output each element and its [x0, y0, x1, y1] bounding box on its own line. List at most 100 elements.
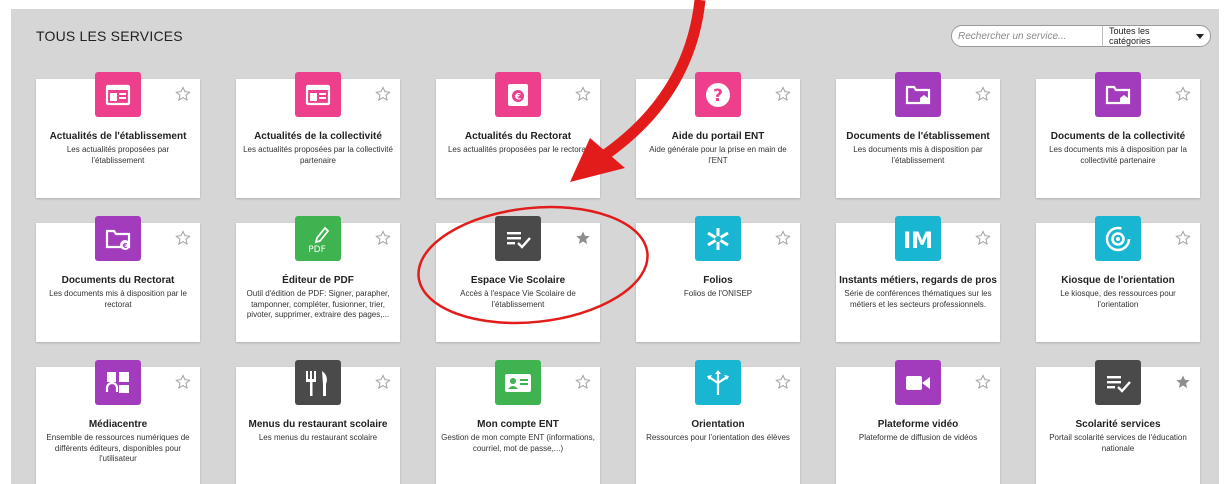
news-euro-icon: € [495, 72, 541, 117]
service-card[interactable]: Actualités de l'établissement Les actuali… [36, 72, 200, 198]
star-icon[interactable] [1175, 86, 1191, 102]
service-description: Accès à l'espace Vie Scolaire de l'établ… [460, 289, 576, 309]
star-icon[interactable] [1175, 230, 1191, 246]
help-icon: ? [695, 72, 741, 117]
star-icon[interactable] [975, 374, 991, 390]
star-icon[interactable] [1175, 374, 1191, 390]
star-icon[interactable] [775, 86, 791, 102]
service-description: Aide générale pour la prise en main de l… [649, 145, 787, 165]
svg-text:€: € [514, 92, 521, 102]
category-dropdown[interactable]: Toutes les catégories [1103, 26, 1210, 46]
service-name: Actualités du Rectorat [464, 131, 572, 142]
media-icon [95, 360, 141, 405]
svg-text:€: € [122, 242, 128, 250]
arrows-icon [695, 360, 741, 405]
service-name: Actualités de la collectivité [254, 131, 382, 142]
star-icon[interactable] [975, 86, 991, 102]
service-name: Plateforme vidéo [877, 419, 959, 430]
star-icon[interactable] [975, 230, 991, 246]
category-label: Toutes les catégories [1109, 26, 1151, 46]
star-icon[interactable] [375, 374, 391, 390]
service-description: Gestion de mon compte ENT (informations,… [441, 433, 595, 453]
im-logo-icon: IM [895, 216, 941, 261]
service-name: Menus du restaurant scolaire [248, 419, 388, 430]
service-card[interactable]: Orientation Ressources pour l'orientation… [636, 360, 800, 484]
service-name: Instants métiers, regards de pros [839, 275, 997, 286]
service-description: Les documents mis à disposition par l'ét… [853, 145, 983, 165]
page-title: TOUS LES SERVICES [36, 28, 183, 44]
video-camera-icon [895, 360, 941, 405]
service-card[interactable]: Scolarité services Portail scolarité serv… [1036, 360, 1200, 484]
checklist-icon [495, 216, 541, 261]
service-name: Folios [703, 275, 733, 286]
service-name: Mon compte ENT [477, 419, 559, 430]
service-name: Médiacentre [88, 419, 148, 430]
service-card[interactable]: Actualités de la collectivité Les actuali… [236, 72, 400, 198]
search-bar: Toutes les catégories [951, 25, 1211, 47]
service-name: Espace Vie Scolaire [470, 275, 566, 286]
service-card[interactable]: Folios Folios de l'ONISEP [636, 216, 800, 342]
pdf-pen-icon: PDF [295, 216, 341, 261]
service-card[interactable]: € Actualités du Rectorat Les actualités pr… [436, 72, 600, 198]
service-name: Documents du Rectorat [61, 275, 175, 286]
star-icon[interactable] [575, 86, 591, 102]
service-card[interactable]: PDF Éditeur de PDF Outil d'édition de PDF:… [236, 216, 400, 342]
target-icon [1095, 216, 1141, 261]
service-description: Les actualités proposées par l'établisse… [66, 145, 170, 165]
svg-text:PDF: PDF [308, 245, 326, 254]
star-icon[interactable] [175, 374, 191, 390]
service-name: Scolarité services [1075, 419, 1161, 430]
folder-house-icon [895, 72, 941, 117]
star-icon[interactable] [775, 230, 791, 246]
service-description: Les documents mis à disposition par la c… [1049, 145, 1187, 165]
service-card[interactable]: Menus du restaurant scolaire Les menus du… [236, 360, 400, 484]
service-card[interactable]: Documents de la collectivité Les document… [1036, 72, 1200, 198]
service-card[interactable]: Documents de l'établissement Les document… [836, 72, 1000, 198]
svg-text:?: ? [713, 86, 723, 106]
service-description: Plateforme de diffusion de vidéos [858, 433, 978, 442]
service-description: Outil d'édition de PDF: Signer, parapher… [246, 289, 390, 319]
star-icon[interactable] [575, 230, 591, 246]
service-name: Documents de l'établissement [846, 131, 990, 142]
service-card[interactable]: € Documents du Rectorat Les documents mis … [36, 216, 200, 342]
star-icon[interactable] [175, 86, 191, 102]
checklist-icon [1095, 360, 1141, 405]
service-description: Les documents mis à disposition par le r… [49, 289, 187, 309]
service-name: Kiosque de l'orientation [1061, 275, 1175, 286]
service-description: Série de conférences thématiques sur les… [844, 289, 992, 309]
service-card[interactable]: Mon compte ENT Gestion de mon compte ENT … [436, 360, 600, 484]
star-icon[interactable] [175, 230, 191, 246]
service-name: Actualités de l'établissement [49, 131, 187, 142]
svg-text:IM: IM [903, 229, 933, 252]
service-name: Éditeur de PDF [282, 275, 354, 286]
asterisk-icon [695, 216, 741, 261]
service-description: Les actualités proposées par le rectorat [447, 145, 589, 154]
star-icon[interactable] [375, 230, 391, 246]
service-card[interactable]: Espace Vie Scolaire Accès à l'espace Vie … [436, 216, 600, 342]
service-card[interactable]: IM Instants métiers, regards de pros Série… [836, 216, 1000, 342]
service-description: Ensemble de ressources numériques de dif… [46, 433, 190, 463]
star-icon[interactable] [575, 374, 591, 390]
search-input[interactable] [952, 26, 1102, 46]
cutlery-icon [295, 360, 341, 405]
service-card[interactable]: ? Aide du portail ENT Aide générale pour l… [636, 72, 800, 198]
news-icon [95, 72, 141, 117]
id-card-icon [495, 360, 541, 405]
star-icon[interactable] [375, 86, 391, 102]
star-icon[interactable] [775, 374, 791, 390]
service-description: Ressources pour l'orientation des élèves [646, 433, 790, 442]
service-name: Documents de la collectivité [1050, 131, 1186, 142]
service-description: Les menus du restaurant scolaire [258, 433, 378, 442]
service-description: Folios de l'ONISEP [683, 289, 753, 298]
service-name: Orientation [691, 419, 745, 430]
service-description: Portail scolarité services de l'éducatio… [1049, 433, 1187, 453]
service-description: Les actualités proposées par la collecti… [243, 145, 393, 165]
folder-euro-icon: € [95, 216, 141, 261]
service-description: Le kiosque, des ressources pour l'orient… [1060, 289, 1176, 309]
service-name: Aide du portail ENT [671, 131, 765, 142]
service-card[interactable]: Kiosque de l'orientation Le kiosque, des … [1036, 216, 1200, 342]
folder-house-icon [1095, 72, 1141, 117]
service-card[interactable]: Plateforme vidéo Plateforme de diffusion … [836, 360, 1000, 484]
news-icon [295, 72, 341, 117]
service-card[interactable]: Médiacentre Ensemble de ressources numéri… [36, 360, 200, 484]
